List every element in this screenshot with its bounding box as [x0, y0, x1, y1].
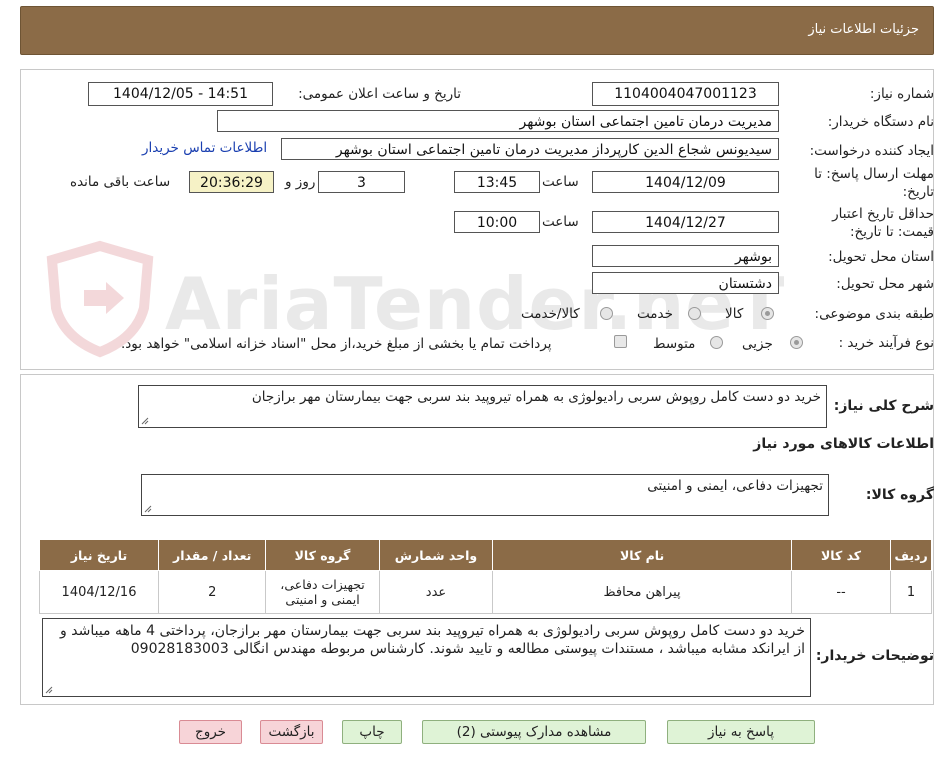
- validity-time-label: ساعت: [542, 214, 579, 230]
- goods-quantity: 2: [158, 570, 267, 614]
- validity-label-date: قیمت: تا تاریخ:: [850, 224, 934, 240]
- need-number-label: شماره نیاز:: [869, 86, 934, 102]
- city-field: دشتستان: [592, 272, 779, 294]
- goods-unit: عدد: [378, 570, 494, 614]
- view-attachments-button[interactable]: مشاهده مدارک پیوستی (2): [422, 720, 646, 744]
- buyer-notes-text: خرید دو دست کامل روپوش سربی رادیولوژی به…: [60, 623, 805, 657]
- announce-label: تاریخ و ساعت اعلان عمومی:: [298, 86, 461, 102]
- goods-group-text: تجهیزات دفاعی، ایمنی و امنیتی: [647, 478, 823, 494]
- deadline-label: مهلت ارسال پاسخ: تا: [814, 166, 934, 182]
- category-option-goods-service: کالا/خدمت: [521, 306, 580, 322]
- table-row: 1 -- پیراهن محافظ عدد تجهیزات دفاعی، ایم…: [38, 570, 932, 614]
- deadline-label-date: تاریخ:: [902, 184, 934, 200]
- treasury-payment-note: پرداخت تمام یا بخشی از مبلغ خرید،از محل …: [121, 336, 552, 352]
- province-field: بوشهر: [592, 245, 779, 267]
- deadline-date-field: 1404/12/09: [592, 171, 779, 193]
- requester-field: سیدیونس شجاع الدین کارپرداز مدیریت درمان…: [281, 138, 779, 160]
- buyer-notes-label: توضیحات خریدار:: [815, 648, 934, 664]
- column-header: تعداد / مقدار: [158, 539, 267, 571]
- goods-table-header: ردیف کد کالا نام کالا واحد شمارش گروه کا…: [38, 539, 932, 571]
- back-button[interactable]: بازگشت: [260, 720, 323, 744]
- validity-label: حداقل تاریخ اعتبار: [832, 206, 934, 222]
- page-title: جزئیات اطلاعات نیاز: [808, 22, 919, 37]
- category-radio-goods-service[interactable]: [600, 307, 613, 320]
- category-option-goods: کالا: [725, 306, 744, 322]
- description-text: خرید دو دست کامل روپوش سربی رادیولوژی به…: [251, 389, 821, 405]
- goods-code: --: [790, 570, 892, 614]
- process-option-minor: جزیی: [742, 336, 773, 352]
- remaining-time-field: 20:36:29: [189, 171, 274, 193]
- days-label: روز و: [285, 174, 316, 190]
- category-radio-goods[interactable]: [761, 307, 774, 320]
- column-header: نام کالا: [492, 539, 792, 571]
- buyer-notes-textarea: خرید دو دست کامل روپوش سربی رادیولوژی به…: [42, 618, 811, 697]
- category-option-service: خدمت: [637, 306, 673, 322]
- goods-group: تجهیزات دفاعی، ایمنی و امنیتی: [265, 570, 380, 614]
- category-radio-service[interactable]: [688, 307, 701, 320]
- page-header: جزئیات اطلاعات نیاز: [20, 6, 934, 55]
- print-button[interactable]: چاپ: [342, 720, 402, 744]
- requester-label: ایجاد کننده درخواست:: [809, 143, 934, 159]
- treasury-payment-checkbox[interactable]: [614, 335, 627, 348]
- goods-name: پیراهن محافظ: [492, 570, 792, 614]
- row-number: 1: [890, 570, 932, 614]
- column-header: تاریخ نیاز: [38, 539, 160, 571]
- exit-button[interactable]: خروج: [179, 720, 242, 744]
- buyer-contact-link[interactable]: اطلاعات تماس خریدار: [142, 140, 267, 156]
- buyer-org-field: مدیریت درمان تامین اجتماعی استان بوشهر: [217, 110, 779, 132]
- process-option-medium: متوسط: [653, 336, 696, 352]
- description-label: شرح کلی نیاز:: [833, 398, 934, 414]
- column-header: گروه کالا: [265, 539, 380, 571]
- category-label: طبقه بندی موضوعی:: [814, 306, 934, 322]
- goods-group-textarea: تجهیزات دفاعی، ایمنی و امنیتی: [141, 474, 829, 516]
- process-radio-minor[interactable]: [790, 336, 803, 349]
- deadline-time-label: ساعت: [542, 174, 579, 190]
- goods-table: ردیف کد کالا نام کالا واحد شمارش گروه کا…: [38, 539, 932, 614]
- remaining-label: ساعت باقی مانده: [70, 174, 171, 190]
- days-count-field: 3: [318, 171, 405, 193]
- deadline-time-field: 13:45: [454, 171, 540, 193]
- column-header: واحد شمارش: [378, 539, 494, 571]
- province-label: استان محل تحویل:: [828, 249, 934, 265]
- resize-grip-icon: [144, 505, 152, 513]
- column-header: کد کالا: [790, 539, 892, 571]
- column-header: ردیف: [890, 539, 932, 571]
- description-textarea: خرید دو دست کامل روپوش سربی رادیولوژی به…: [138, 385, 827, 428]
- city-label: شهر محل تحویل:: [836, 276, 934, 292]
- resize-grip-icon: [141, 417, 149, 425]
- resize-grip-icon: [45, 686, 53, 694]
- buyer-org-label: نام دستگاه خریدار:: [827, 114, 934, 130]
- reply-button[interactable]: پاسخ به نیاز: [667, 720, 815, 744]
- announce-field: 1404/12/05 - 14:51: [88, 82, 273, 106]
- validity-time-field: 10:00: [454, 211, 540, 233]
- validity-date-field: 1404/12/27: [592, 211, 779, 233]
- need-number-field: 1104004047001123: [592, 82, 779, 106]
- goods-section-title: اطلاعات کالاهای مورد نیاز: [753, 436, 934, 452]
- goods-group-label: گروه کالا:: [865, 487, 934, 503]
- goods-need-date: 1404/12/16: [38, 570, 160, 614]
- process-label: نوع فرآیند خرید :: [838, 335, 934, 351]
- process-radio-medium[interactable]: [710, 336, 723, 349]
